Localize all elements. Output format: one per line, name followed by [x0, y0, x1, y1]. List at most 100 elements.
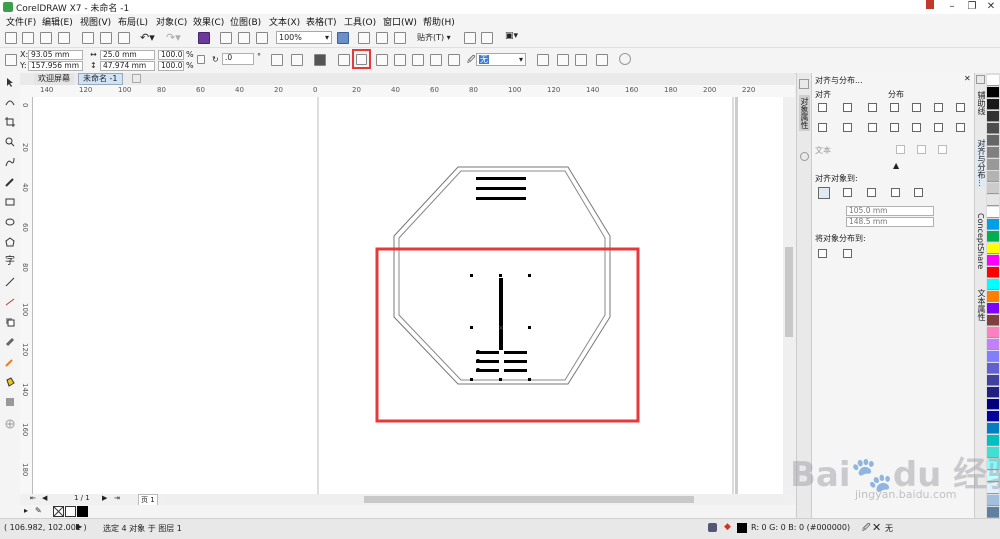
snap-to-dropdown[interactable]: 贴齐(T) ▾ — [417, 32, 451, 43]
menu-window[interactable]: 窗口(W) — [383, 15, 417, 28]
tab-conceptshare[interactable]: ConceptShare — [976, 213, 985, 269]
menu-edit[interactable]: 编辑(E) — [42, 15, 73, 28]
tab-object-properties[interactable]: 对象属性 — [799, 95, 810, 131]
crop-tool-icon[interactable] — [5, 117, 15, 127]
menu-help[interactable]: 帮助(H) — [423, 15, 455, 28]
palette-swatch[interactable] — [987, 159, 999, 170]
restore-button[interactable]: ❐ — [962, 0, 982, 14]
align-center-v-icon[interactable] — [843, 123, 852, 132]
back-minus-front-icon[interactable] — [430, 54, 442, 66]
open-icon[interactable] — [22, 32, 34, 44]
color-proof-icon[interactable] — [708, 523, 717, 532]
outline-width-select[interactable]: 无 ▾ — [476, 53, 526, 66]
horizontal-scrollbar[interactable] — [164, 494, 784, 505]
weld-icon[interactable] — [338, 54, 350, 66]
palette-swatch[interactable] — [987, 351, 999, 362]
to-front-icon[interactable] — [575, 54, 587, 66]
distribute-to-page-icon[interactable] — [843, 249, 852, 258]
palette-swatch[interactable] — [987, 75, 999, 86]
palette-swatch[interactable] — [987, 123, 999, 134]
menu-table[interactable]: 表格(T) — [306, 15, 337, 28]
palette-swatch[interactable] — [987, 207, 999, 218]
wrap-text-icon[interactable] — [557, 54, 569, 66]
settings-icon[interactable] — [619, 53, 631, 65]
align-right-icon[interactable] — [868, 103, 877, 112]
new-tab-icon[interactable] — [132, 74, 141, 83]
color-eyedropper-tool-icon[interactable] — [5, 357, 15, 367]
palette-swatch[interactable] — [987, 243, 999, 254]
zoom-tool-icon[interactable] — [5, 137, 15, 147]
menu-file[interactable]: 文件(F) — [6, 15, 36, 28]
scale-height-field[interactable]: 100.0 — [158, 61, 184, 71]
close-button[interactable]: ✕ — [981, 0, 1000, 14]
palette-swatch[interactable] — [987, 267, 999, 278]
rotation-field[interactable]: .0 — [222, 53, 254, 65]
mirror-horizontal-icon[interactable] — [271, 54, 283, 66]
x-position-field[interactable]: 93.05 mm — [28, 50, 83, 60]
black-swatch[interactable] — [77, 506, 88, 517]
text-tool-icon[interactable]: 字 — [5, 257, 15, 267]
welcome-screen-icon[interactable] — [481, 32, 493, 44]
distribute-top-icon[interactable] — [890, 123, 899, 132]
new-icon[interactable] — [5, 32, 17, 44]
minimize-button[interactable]: – — [942, 0, 962, 14]
align-point-y-field[interactable]: 148.5 mm — [846, 217, 934, 227]
export-icon[interactable] — [238, 32, 250, 44]
combine-icon[interactable] — [314, 54, 326, 66]
distribute-spacing-h-icon[interactable] — [956, 103, 965, 112]
drawing-canvas[interactable]: × — [33, 97, 785, 494]
distribute-right-icon[interactable] — [934, 103, 943, 112]
no-color-swatch[interactable] — [53, 506, 64, 517]
mirror-vertical-icon[interactable] — [291, 54, 303, 66]
palette-arrow-icon[interactable]: ▸ — [24, 506, 28, 515]
palette-swatch[interactable] — [987, 303, 999, 314]
palette-swatch[interactable] — [987, 291, 999, 302]
last-page-icon[interactable]: ⇥ — [114, 494, 120, 502]
launch-icon[interactable]: ▣▾ — [505, 31, 518, 41]
align-top-icon[interactable] — [818, 123, 827, 132]
palette-swatch[interactable] — [987, 111, 999, 122]
menu-text[interactable]: 文本(X) — [269, 15, 300, 28]
palette-swatch[interactable] — [987, 495, 999, 506]
vertical-ruler[interactable]: 0 20 40 60 80 100 120 140 160 180 — [20, 97, 33, 494]
palette-swatch[interactable] — [987, 171, 999, 182]
align-bottom-icon[interactable] — [868, 123, 877, 132]
drop-shadow-tool-icon[interactable] — [5, 317, 15, 327]
lock-ratio-icon[interactable] — [197, 55, 205, 64]
show-grid-icon[interactable] — [376, 32, 388, 44]
save-icon[interactable] — [40, 32, 52, 44]
options-icon[interactable] — [464, 32, 476, 44]
text-last-line-icon[interactable] — [917, 145, 926, 154]
palette-swatch[interactable] — [987, 87, 999, 98]
palette-swatch[interactable] — [987, 327, 999, 338]
align-to-active-objects-icon[interactable] — [818, 187, 830, 199]
vertical-scroll-thumb[interactable] — [785, 247, 793, 337]
palette-swatch[interactable] — [987, 219, 999, 230]
palette-swatch[interactable] — [987, 147, 999, 158]
menu-effects[interactable]: 效果(C) — [193, 15, 224, 28]
text-first-line-icon[interactable] — [896, 145, 905, 154]
palette-swatch[interactable] — [987, 423, 999, 434]
pick-tool-icon[interactable] — [5, 77, 15, 87]
smart-fill-tool-icon[interactable] — [5, 397, 15, 407]
distribute-bottom-icon[interactable] — [934, 123, 943, 132]
search-content-icon[interactable] — [198, 32, 210, 44]
redo-icon[interactable]: ↷▾ — [166, 31, 181, 44]
palette-swatch[interactable] — [987, 135, 999, 146]
palette-swatch[interactable] — [987, 339, 999, 350]
cut-icon[interactable] — [82, 32, 94, 44]
status-play-icon[interactable]: ▶ — [76, 522, 82, 531]
align-center-h-icon[interactable] — [843, 103, 852, 112]
trim-button-highlight[interactable] — [352, 49, 371, 69]
text-bounding-box-icon[interactable] — [938, 145, 947, 154]
interactive-fill-tool-icon[interactable] — [5, 377, 15, 387]
freehand-tool-icon[interactable] — [5, 157, 15, 167]
palette-swatch[interactable] — [987, 279, 999, 290]
connector-tool-icon[interactable] — [5, 297, 15, 307]
next-page-icon[interactable]: ▶ — [102, 494, 107, 502]
prev-page-icon[interactable]: ◀ — [42, 494, 47, 502]
docker-collapse-icon[interactable] — [799, 79, 809, 89]
distribute-spacing-v-icon[interactable] — [956, 123, 965, 132]
align-to-grid-icon[interactable] — [891, 188, 900, 197]
quick-customize-icon[interactable] — [596, 54, 608, 66]
